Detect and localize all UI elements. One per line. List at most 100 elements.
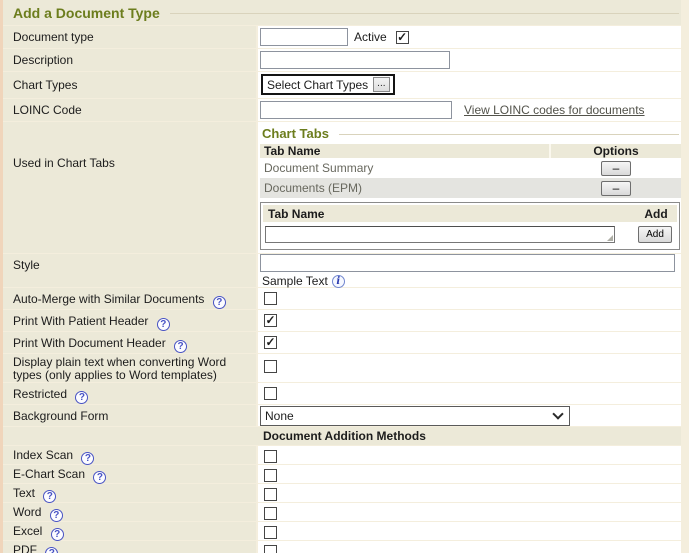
field-row-display-plain-text: Display plain text when converting Word … (3, 354, 681, 382)
remove-tab-button[interactable]: – (601, 161, 631, 176)
tab-name-column-header: Tab Name (260, 144, 549, 158)
field-row-excel: Excel ? (3, 522, 681, 540)
field-row-pdf: PDF ? (3, 541, 681, 553)
add-column-header: Add (635, 207, 677, 221)
field-row-style: Style Sample Text i (3, 254, 681, 287)
style-input[interactable] (260, 254, 675, 272)
chart-tabs-header-row: Tab Name Options (260, 144, 681, 158)
sample-text: Sample Text (262, 274, 328, 288)
echart-scan-label-cell: E-Chart Scan ? (3, 465, 256, 483)
document-type-value-cell: Active ✓ (258, 26, 681, 48)
background-form-value-cell: None (258, 405, 681, 426)
new-tab-name-textarea[interactable] (265, 226, 615, 243)
active-label: Active (354, 30, 387, 44)
word-label: Word (13, 505, 41, 519)
field-row-print-patient-header: Print With Patient Header ? ✓ (3, 310, 681, 331)
add-tab-button[interactable]: Add (638, 226, 672, 243)
help-icon[interactable]: ? (43, 490, 56, 503)
chart-types-value-cell: Select Chart Types ... (258, 72, 681, 98)
word-checkbox[interactable] (264, 507, 277, 520)
field-row-print-document-header: Print With Document Header ? ✓ (3, 332, 681, 353)
print-patient-header-label: Print With Patient Header (13, 314, 148, 328)
pdf-label-cell: PDF ? (3, 541, 256, 553)
resize-grip-icon[interactable] (607, 235, 613, 241)
description-input[interactable] (260, 51, 450, 69)
field-row-restricted: Restricted ? (3, 383, 681, 404)
loinc-value-cell: View LOINC codes for documents (258, 99, 681, 121)
print-document-header-label-cell: Print With Document Header ? (3, 332, 256, 353)
active-checkbox[interactable]: ✓ (396, 31, 409, 44)
add-tab-subpanel: Tab Name Add Add (260, 202, 680, 250)
background-form-select[interactable]: None (260, 406, 570, 426)
chevron-down-icon (552, 408, 563, 419)
print-patient-header-label-cell: Print With Patient Header ? (3, 310, 256, 331)
help-icon[interactable]: ? (51, 528, 64, 541)
restricted-checkbox[interactable] (264, 387, 277, 400)
chart-tab-row: Documents (EPM) – (260, 178, 681, 198)
document-addition-methods-header: Document Addition Methods (3, 427, 681, 445)
help-icon[interactable]: ? (157, 318, 170, 331)
field-row-chart-types: Chart Types Select Chart Types ... (3, 72, 681, 98)
field-row-auto-merge: Auto-Merge with Similar Documents ? (3, 288, 681, 309)
description-label: Description (3, 49, 256, 71)
excel-checkbox[interactable] (264, 526, 277, 539)
help-icon[interactable]: ? (45, 547, 58, 553)
restricted-label-cell: Restricted ? (3, 383, 256, 404)
help-icon[interactable]: ? (213, 296, 226, 309)
document-addition-methods-title: Document Addition Methods (263, 429, 426, 443)
pdf-checkbox[interactable] (264, 545, 277, 553)
index-scan-checkbox[interactable] (264, 450, 277, 463)
restricted-label: Restricted (13, 387, 67, 401)
word-label-cell: Word ? (3, 503, 256, 521)
text-label: Text (13, 486, 35, 500)
display-plain-text-checkbox[interactable] (264, 360, 277, 373)
print-patient-header-checkbox[interactable]: ✓ (264, 314, 277, 327)
pdf-label: PDF (13, 543, 37, 553)
chart-tabs-rule (339, 134, 679, 135)
add-tab-header-row: Tab Name Add (263, 205, 677, 222)
index-scan-label: Index Scan (13, 448, 73, 462)
info-icon[interactable]: i (332, 275, 345, 288)
document-type-label: Document type (3, 26, 256, 48)
chart-tabs-title: Chart Tabs (262, 126, 329, 141)
auto-merge-checkbox[interactable] (264, 292, 277, 305)
field-row-text: Text ? (3, 484, 681, 502)
help-icon[interactable]: ? (75, 391, 88, 404)
chart-tab-name: Document Summary (260, 161, 551, 175)
chart-tab-name: Documents (EPM) (260, 181, 551, 195)
chart-tabs-panel: Chart Tabs Tab Name Options Document Sum… (258, 122, 681, 253)
select-chart-types-button[interactable]: Select Chart Types ... (261, 74, 395, 95)
help-icon[interactable]: ? (174, 340, 187, 353)
help-icon[interactable]: ? (81, 452, 94, 465)
excel-label: Excel (13, 524, 42, 538)
help-icon[interactable]: ? (50, 509, 63, 522)
background-form-selected-value: None (265, 409, 294, 423)
add-document-type-form: Add a Document Type Document type Active… (0, 0, 689, 553)
print-document-header-checkbox[interactable]: ✓ (264, 336, 277, 349)
ellipsis-button[interactable]: ... (373, 77, 389, 92)
used-in-chart-tabs-label: Used in Chart Tabs (3, 122, 256, 253)
style-label: Style (3, 254, 256, 287)
help-icon[interactable]: ? (93, 471, 106, 484)
document-type-input[interactable] (260, 28, 348, 46)
index-scan-label-cell: Index Scan ? (3, 446, 256, 464)
print-document-header-label: Print With Document Header (13, 336, 166, 350)
loinc-code-input[interactable] (260, 101, 452, 119)
page-title-row: Add a Document Type (3, 0, 681, 25)
echart-scan-checkbox[interactable] (264, 469, 277, 482)
select-chart-types-label: Select Chart Types (267, 78, 368, 92)
view-loinc-codes-link[interactable]: View LOINC codes for documents (464, 103, 645, 117)
remove-tab-button[interactable]: – (601, 181, 631, 196)
options-column-header: Options (549, 144, 681, 158)
display-plain-text-label: Display plain text when converting Word … (3, 354, 256, 382)
field-row-word: Word ? (3, 503, 681, 521)
field-row-description: Description (3, 49, 681, 71)
background-form-label: Background Form (3, 405, 256, 426)
field-row-used-in-chart-tabs: Used in Chart Tabs Chart Tabs Tab Name O… (3, 122, 681, 253)
page-title: Add a Document Type (13, 5, 160, 21)
field-row-background-form: Background Form None (3, 405, 681, 426)
echart-scan-label: E-Chart Scan (13, 467, 85, 481)
text-checkbox[interactable] (264, 488, 277, 501)
chart-tab-row: Document Summary – (260, 158, 681, 178)
field-row-document-type: Document type Active ✓ (3, 26, 681, 48)
